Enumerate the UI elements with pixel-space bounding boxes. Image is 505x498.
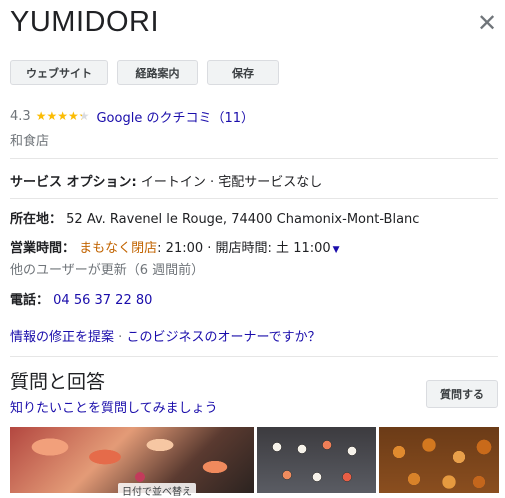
rating-value: 4.3 (10, 108, 31, 124)
place-title: YUMIDORI (10, 6, 159, 38)
website-button[interactable]: ウェブサイト (10, 60, 108, 85)
hours-expand-icon[interactable]: ▼ (333, 245, 340, 255)
photo-sort-label[interactable]: 日付で並べ替え (118, 483, 196, 498)
phone-row: 電話： 04 56 37 22 80 (10, 289, 152, 308)
divider (10, 356, 498, 357)
address-value[interactable]: 52 Av. Ravenel le Rouge, 74400 Chamonix-… (66, 212, 419, 227)
rating-row: 4.3 ★★★★★★ Google のクチコミ（11） (10, 106, 254, 126)
hours-row: 営業時間： まもなく閉店: 21:00 · 開店時間: 土 11:00 ▼ (10, 237, 340, 256)
qa-title: 質問と回答 (10, 371, 106, 393)
save-button[interactable]: 保存 (207, 60, 279, 85)
address-row: 所在地： 52 Av. Ravenel le Rouge, 74400 Cham… (10, 208, 419, 227)
edit-links-row: 情報の修正を提案 · このビジネスのオーナーですか？ (10, 326, 321, 345)
hours-update-note: 他のユーザーが更新（6 週間前） (10, 263, 205, 278)
ask-question-link[interactable]: 知りたいことを質問してみましょう (10, 397, 218, 416)
category-label: 和食店 (10, 134, 50, 149)
hours-status: まもなく閉店 (79, 241, 158, 256)
divider (10, 158, 498, 159)
photo-thumbnail[interactable] (379, 427, 499, 493)
ask-question-button[interactable]: 質問する (426, 380, 498, 408)
service-options-row: サービス オプション: イートイン · 宅配サービスなし (10, 171, 322, 190)
link-separator: · (118, 330, 123, 345)
service-options-value: イートイン · 宅配サービスなし (140, 175, 323, 190)
address-label: 所在地： (10, 212, 63, 227)
divider (10, 198, 498, 199)
close-icon[interactable]: ✕ (476, 11, 498, 35)
own-business-link[interactable]: このビジネスのオーナーですか？ (126, 330, 320, 345)
hours-label: 営業時間： (10, 241, 76, 256)
phone-label: 電話： (10, 293, 50, 308)
suggest-edit-link[interactable]: 情報の修正を提案 (10, 330, 114, 345)
hours-closing: : 21:00 · 開店時間: 土 11:00 (157, 241, 331, 256)
directions-button[interactable]: 経路案内 (117, 60, 198, 85)
phone-link[interactable]: 04 56 37 22 80 (53, 293, 152, 308)
rating-stars-icon: ★★★★★★ (35, 109, 90, 123)
photo-thumbnail[interactable] (257, 427, 376, 493)
reviews-link[interactable]: Google のクチコミ（11） (96, 107, 254, 126)
service-options-label: サービス オプション: (10, 175, 137, 190)
